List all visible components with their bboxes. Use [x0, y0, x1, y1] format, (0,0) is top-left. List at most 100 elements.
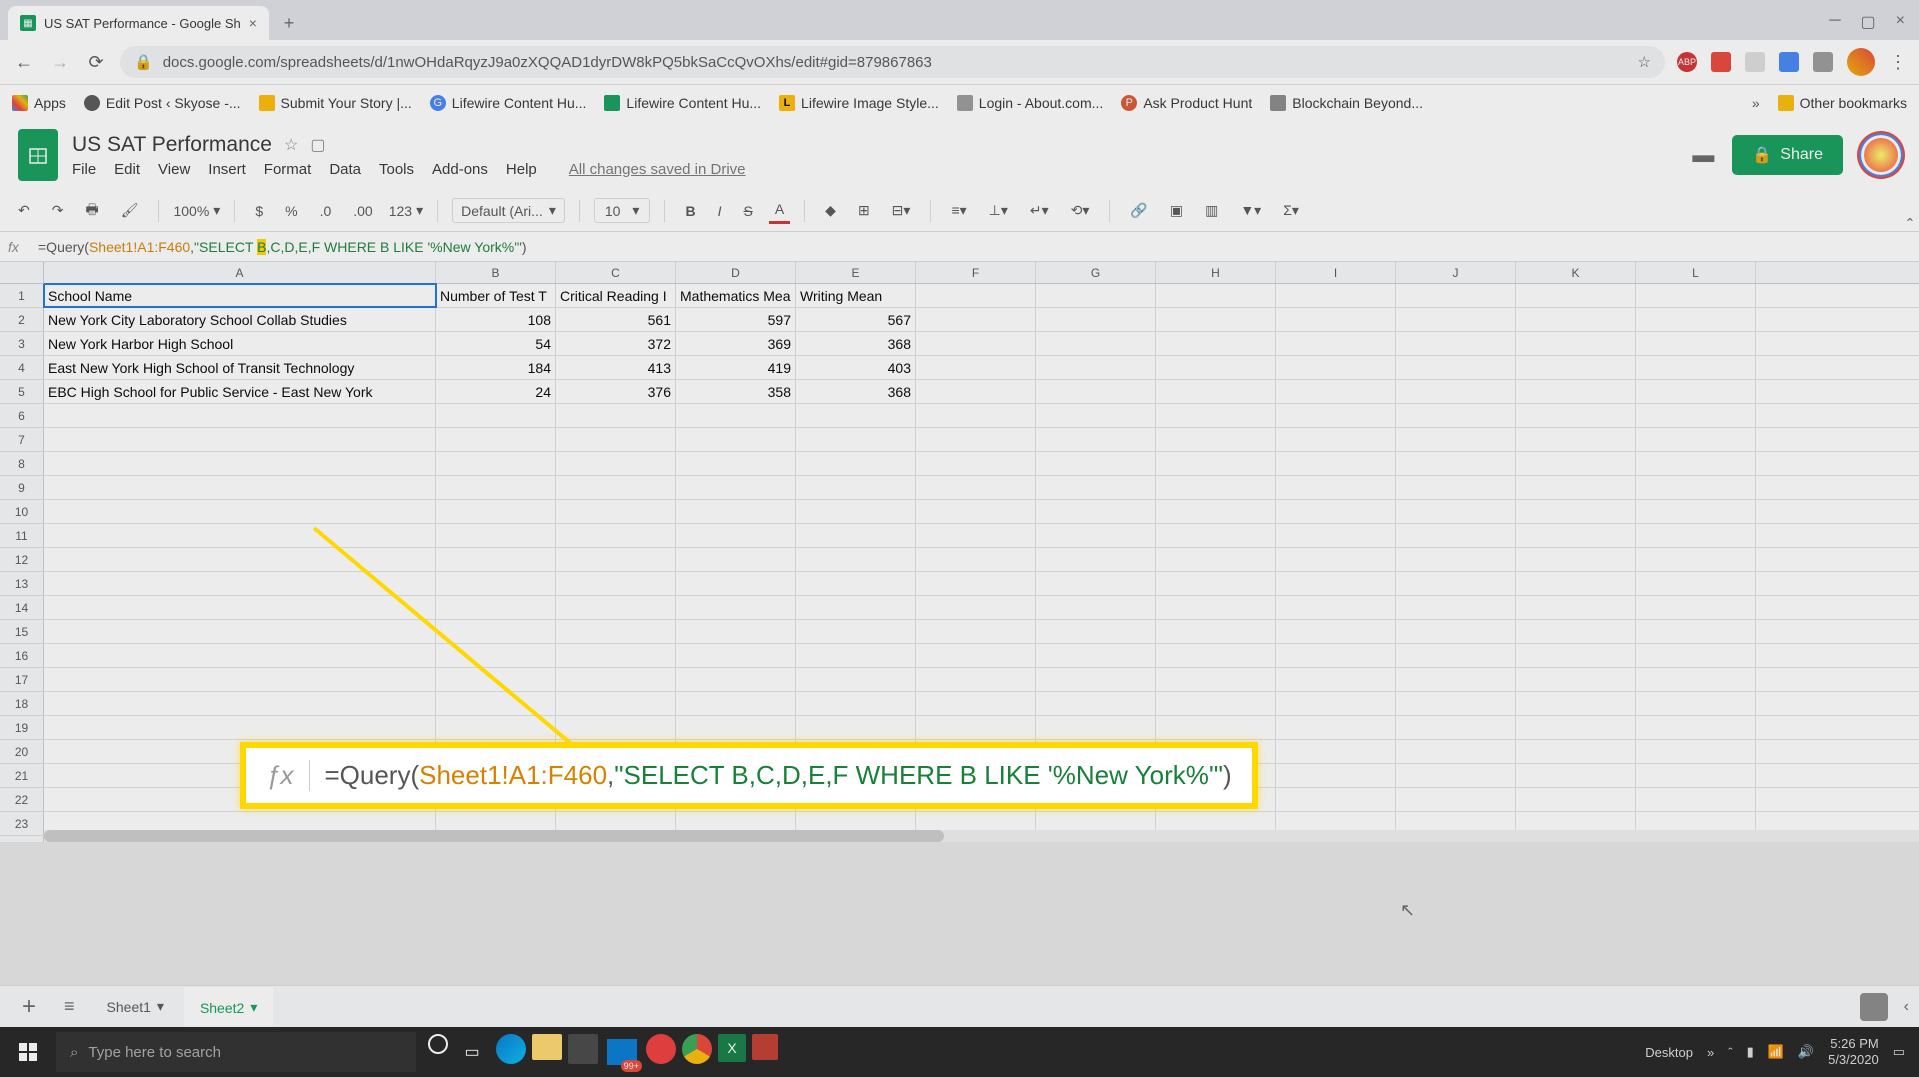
cell[interactable]: [1516, 620, 1636, 643]
cell[interactable]: 358: [676, 380, 796, 403]
cell[interactable]: [556, 428, 676, 451]
cell[interactable]: [916, 452, 1036, 475]
cell[interactable]: 372: [556, 332, 676, 355]
cell[interactable]: [1396, 692, 1516, 715]
cell[interactable]: [796, 548, 916, 571]
link-icon[interactable]: 🔗: [1124, 198, 1153, 223]
cell[interactable]: [1636, 764, 1756, 787]
cell[interactable]: [44, 476, 436, 499]
cell[interactable]: 368: [796, 380, 916, 403]
cell[interactable]: [1396, 332, 1516, 355]
cell[interactable]: [1396, 668, 1516, 691]
cell[interactable]: [796, 668, 916, 691]
cell[interactable]: [1276, 764, 1396, 787]
cell[interactable]: [1036, 668, 1156, 691]
cell[interactable]: [916, 380, 1036, 403]
move-icon[interactable]: ▢: [310, 135, 325, 155]
cell[interactable]: EBC High School for Public Service - Eas…: [44, 380, 436, 403]
italic-icon[interactable]: I: [712, 199, 728, 223]
cell[interactable]: [1396, 452, 1516, 475]
cell[interactable]: 108: [436, 308, 556, 331]
cell[interactable]: [796, 692, 916, 715]
ext-icon-5[interactable]: [1813, 52, 1833, 72]
cell[interactable]: [916, 716, 1036, 739]
cell[interactable]: [1516, 356, 1636, 379]
row-header[interactable]: 8: [0, 452, 44, 475]
cell[interactable]: [1276, 548, 1396, 571]
print-icon[interactable]: 🖶: [79, 195, 104, 227]
cell[interactable]: [1516, 572, 1636, 595]
cell[interactable]: [1276, 524, 1396, 547]
cell[interactable]: [1396, 380, 1516, 403]
comment-icon[interactable]: ▣: [1164, 198, 1189, 223]
cell[interactable]: East New York High School of Transit Tec…: [44, 356, 436, 379]
start-button[interactable]: [0, 1027, 56, 1077]
cell[interactable]: [1516, 284, 1636, 307]
strike-icon[interactable]: S: [737, 199, 758, 223]
col-header[interactable]: E: [796, 262, 916, 283]
cell[interactable]: 24: [436, 380, 556, 403]
cell[interactable]: [1276, 332, 1396, 355]
cell[interactable]: [1036, 380, 1156, 403]
percent-icon[interactable]: %: [279, 199, 303, 223]
back-icon[interactable]: ←: [12, 50, 36, 74]
functions-icon[interactable]: Σ▾: [1277, 198, 1305, 223]
horizontal-scrollbar[interactable]: [44, 830, 1919, 842]
bold-icon[interactable]: B: [679, 199, 701, 223]
cell[interactable]: [44, 596, 436, 619]
cell[interactable]: [1276, 476, 1396, 499]
cell[interactable]: [916, 644, 1036, 667]
cell[interactable]: [676, 644, 796, 667]
chart-icon[interactable]: ▥: [1199, 198, 1224, 223]
menu-help[interactable]: Help: [506, 161, 537, 178]
col-header[interactable]: K: [1516, 262, 1636, 283]
bookmark-item[interactable]: Lifewire Content Hu...: [604, 95, 761, 111]
cell[interactable]: 376: [556, 380, 676, 403]
cell[interactable]: [44, 668, 436, 691]
row-header[interactable]: 2: [0, 308, 44, 331]
menu-view[interactable]: View: [158, 161, 190, 178]
cell[interactable]: New York City Laboratory School Collab S…: [44, 308, 436, 331]
cell[interactable]: [916, 548, 1036, 571]
menu-addons[interactable]: Add-ons: [432, 161, 488, 178]
cell[interactable]: [796, 596, 916, 619]
chrome-icon[interactable]: [682, 1034, 712, 1064]
font-select[interactable]: Default (Ari...▾: [452, 198, 565, 223]
cell[interactable]: [1156, 404, 1276, 427]
cell[interactable]: [44, 404, 436, 427]
battery-icon[interactable]: ▮: [1747, 1044, 1754, 1060]
task-view-icon[interactable]: ▭: [454, 1034, 490, 1070]
row-header[interactable]: 5: [0, 380, 44, 403]
cell[interactable]: [1396, 740, 1516, 763]
cell[interactable]: [916, 692, 1036, 715]
formula-input[interactable]: =Query(Sheet1!A1:F460,"SELECT B,C,D,E,F …: [38, 239, 1911, 255]
filter-icon[interactable]: ▼▾: [1234, 198, 1267, 223]
cell[interactable]: [556, 716, 676, 739]
cell[interactable]: [916, 572, 1036, 595]
cell[interactable]: [436, 428, 556, 451]
cell[interactable]: [1516, 380, 1636, 403]
cell[interactable]: [796, 572, 916, 595]
cell[interactable]: [796, 716, 916, 739]
decimal-dec-icon[interactable]: .0: [314, 199, 338, 223]
number-format-select[interactable]: 123▾: [389, 202, 423, 219]
cell[interactable]: [676, 692, 796, 715]
row-header[interactable]: 14: [0, 596, 44, 619]
valign-icon[interactable]: ⊥▾: [983, 198, 1014, 223]
explorer-icon[interactable]: [532, 1034, 562, 1060]
reload-icon[interactable]: ⟳: [84, 50, 108, 74]
col-header[interactable]: H: [1156, 262, 1276, 283]
other-bookmarks[interactable]: Other bookmarks: [1778, 95, 1907, 111]
cell[interactable]: [556, 644, 676, 667]
cell[interactable]: Writing Mean: [796, 284, 916, 307]
cell[interactable]: [44, 548, 436, 571]
close-window-icon[interactable]: ×: [1896, 12, 1905, 32]
cell[interactable]: [1636, 500, 1756, 523]
col-header[interactable]: G: [1036, 262, 1156, 283]
cell[interactable]: [1036, 476, 1156, 499]
cell[interactable]: [436, 572, 556, 595]
cell[interactable]: [1636, 476, 1756, 499]
forward-icon[interactable]: →: [48, 50, 72, 74]
cell[interactable]: [1516, 740, 1636, 763]
cell[interactable]: [436, 692, 556, 715]
